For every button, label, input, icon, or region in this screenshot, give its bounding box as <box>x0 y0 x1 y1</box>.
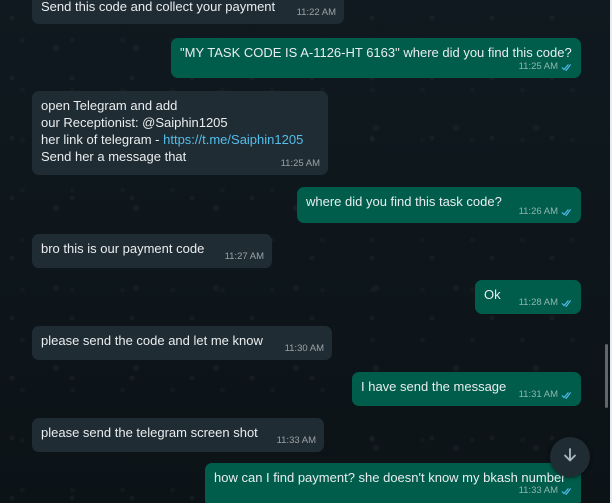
message-text: Send this code and collect your payment <box>41 0 276 14</box>
message-time: 11:28 AM <box>518 297 558 308</box>
message-line-prefix: her link of telegram - <box>41 132 164 147</box>
message-outgoing[interactable]: how can I find payment? she doesn't know… <box>205 463 581 503</box>
message-incoming[interactable]: please send the telegram screen shot 11:… <box>32 418 324 452</box>
message-time: 11:27 AM <box>224 251 264 262</box>
double-check-icon <box>561 63 573 71</box>
message-text: "MY TASK CODE IS A-1126-HT 6163" where d… <box>180 45 572 60</box>
message-line: Send her a message that <box>41 149 187 164</box>
message-timestamp: 11:22 AM <box>297 4 336 21</box>
scrollbar-thumb[interactable] <box>605 344 608 408</box>
message-timestamp: 11:25 AM <box>519 58 573 75</box>
double-check-icon <box>561 299 573 307</box>
message-time: 11:25 AM <box>518 61 558 72</box>
message-timestamp: 11:30 AM <box>285 340 324 357</box>
message-incoming[interactable]: please send the code and let me know 11:… <box>32 326 332 360</box>
message-timestamp: 11:31 AM <box>519 386 573 403</box>
message-outgoing[interactable]: "MY TASK CODE IS A-1126-HT 6163" where d… <box>171 38 581 78</box>
chat-conversation-area[interactable]: Send this code and collect your payment … <box>0 0 612 503</box>
message-incoming[interactable]: open Telegram and add our Receptionist: … <box>32 91 328 175</box>
message-text: please send the code and let me know <box>41 333 263 348</box>
message-line: open Telegram and add <box>41 98 178 113</box>
message-timestamp: 11:27 AM <box>225 248 264 265</box>
message-incoming[interactable]: bro this is our payment code 11:27 AM <box>32 234 272 268</box>
message-timestamp: 11:28 AM <box>519 294 573 311</box>
message-time: 11:25 AM <box>280 158 320 169</box>
message-time: 11:33 AM <box>276 435 316 446</box>
message-timestamp: 11:33 AM <box>519 482 573 499</box>
message-time: 11:33 AM <box>518 485 558 496</box>
message-incoming[interactable]: Send this code and collect your payment … <box>32 0 344 24</box>
scroll-to-bottom-button[interactable] <box>550 437 590 477</box>
message-timestamp: 11:26 AM <box>519 203 573 220</box>
message-outgoing[interactable]: Ok 11:28 AM <box>475 280 581 314</box>
message-time: 11:30 AM <box>284 343 324 354</box>
message-timestamp: 11:25 AM <box>281 155 320 172</box>
telegram-link[interactable]: https://t.me/Saiphin1205 <box>163 132 303 147</box>
message-time: 11:26 AM <box>518 206 558 217</box>
message-outgoing[interactable]: where did you find this task code? 11:26… <box>297 187 581 223</box>
message-line-with-link: her link of telegram - https://t.me/Saip… <box>41 131 319 148</box>
message-time: 11:31 AM <box>518 389 558 400</box>
double-check-icon <box>561 391 573 399</box>
message-line: our Receptionist: @Saiphin1205 <box>41 115 228 130</box>
message-outgoing[interactable]: I have send the message 11:31 AM <box>352 372 581 406</box>
message-time: 11:22 AM <box>296 7 336 18</box>
message-text: please send the telegram screen shot <box>41 425 258 440</box>
message-timestamp: 11:33 AM <box>277 432 316 449</box>
arrow-down-icon <box>561 446 579 469</box>
double-check-icon <box>561 487 573 495</box>
double-check-icon <box>561 208 573 216</box>
